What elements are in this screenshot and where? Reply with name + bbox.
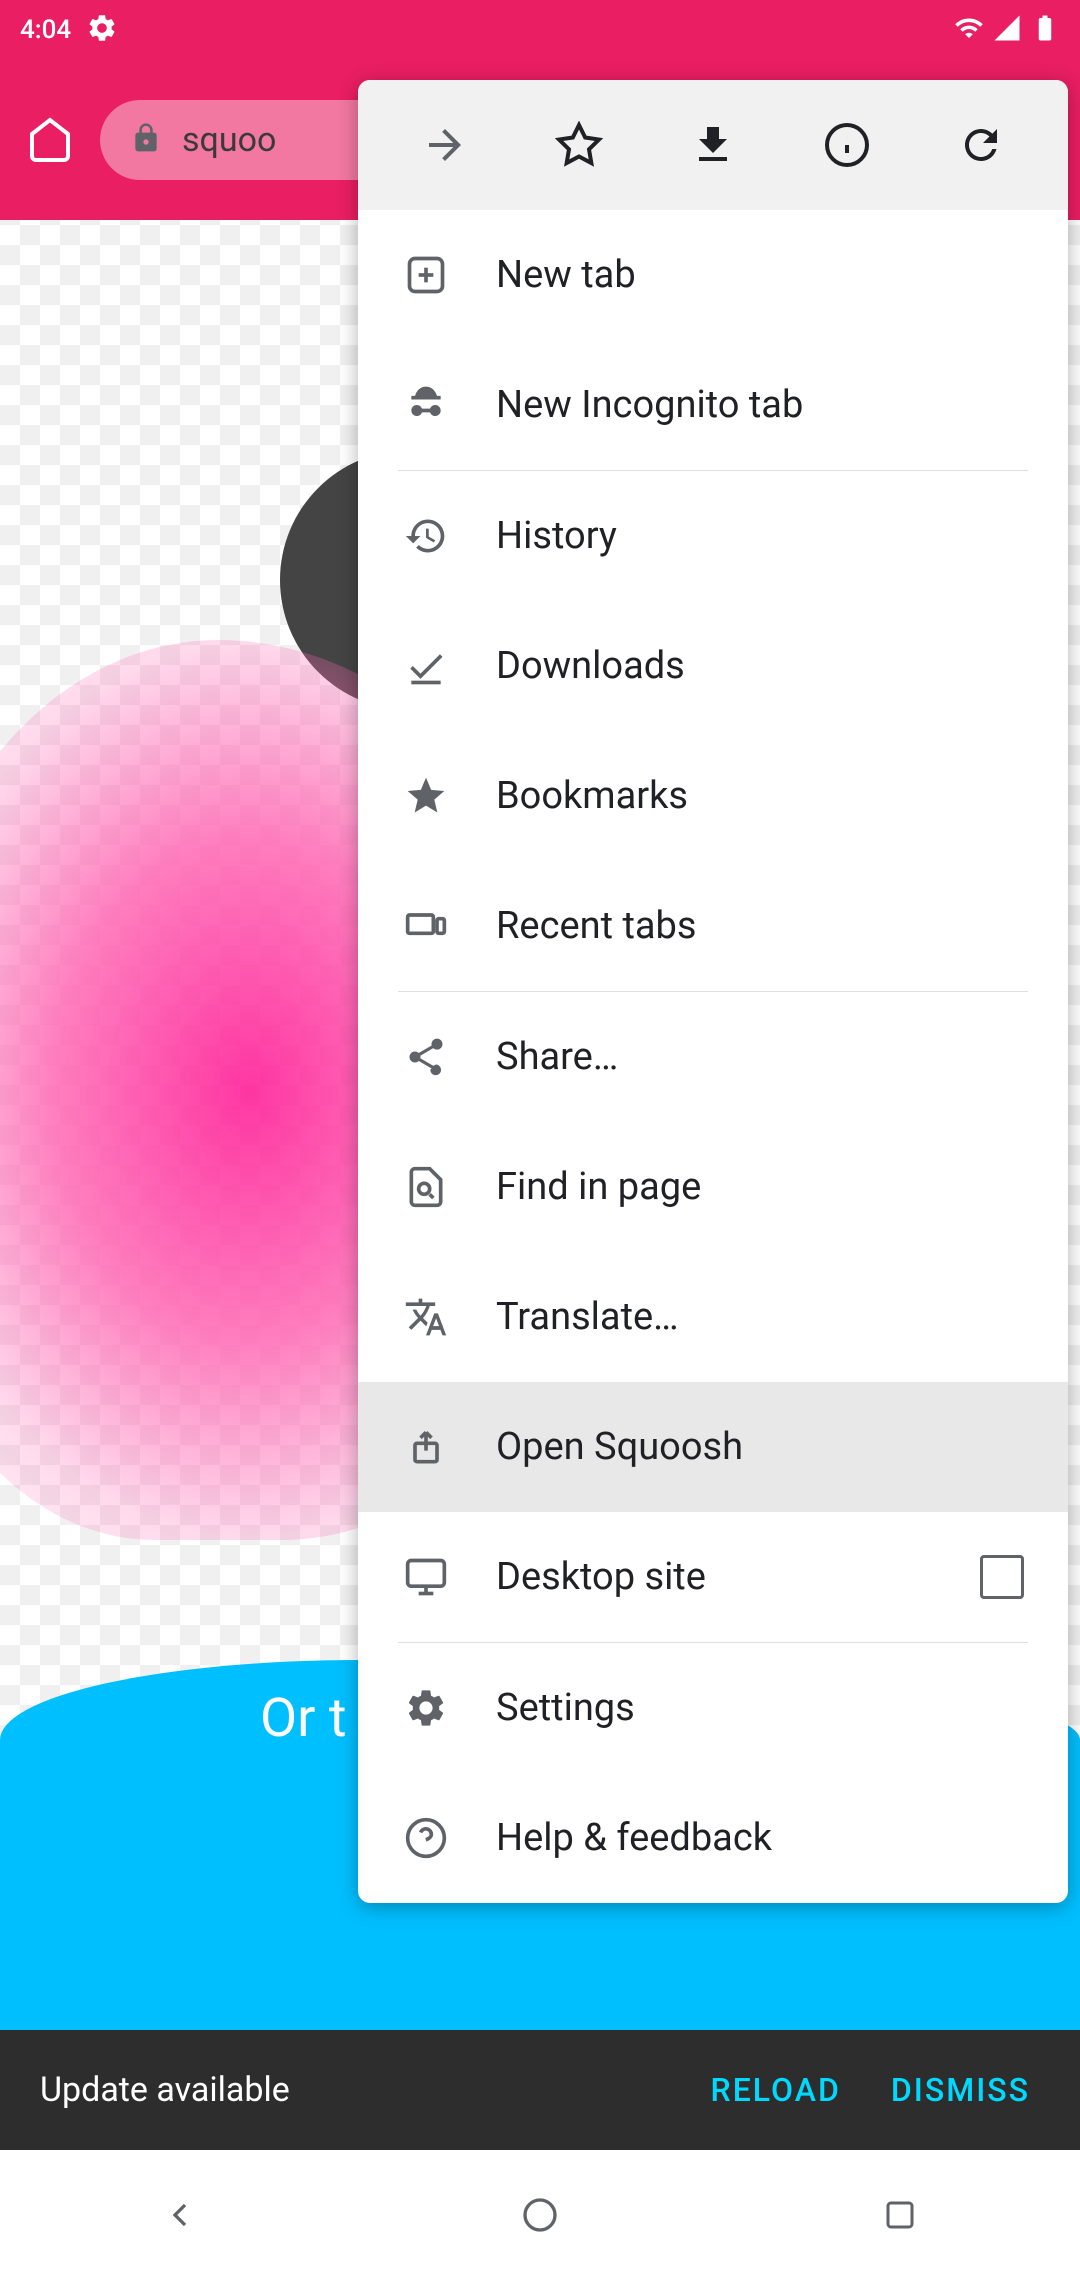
menu-item-label: New tab xyxy=(496,253,1024,297)
menu-item-label: Recent tabs xyxy=(496,904,1024,948)
battery-icon xyxy=(1030,13,1060,47)
menu-find-in-page[interactable]: Find in page xyxy=(358,1122,1068,1252)
translate-icon xyxy=(402,1293,450,1341)
snackbar: Update available RELOAD DISMISS xyxy=(0,2030,1080,2150)
lock-icon xyxy=(130,122,162,158)
menu-item-label: Help & feedback xyxy=(496,1816,1024,1860)
menu-help-feedback[interactable]: Help & feedback xyxy=(358,1773,1068,1903)
menu-item-label: New Incognito tab xyxy=(496,383,1024,427)
nav-back-button[interactable] xyxy=(150,2185,210,2245)
recent-tabs-icon xyxy=(402,902,450,950)
menu-item-label: Bookmarks xyxy=(496,774,1024,818)
url-text: squoo xyxy=(182,120,276,160)
menu-item-label: Open Squoosh xyxy=(496,1425,1024,1469)
info-button[interactable] xyxy=(812,110,882,180)
home-button[interactable] xyxy=(20,110,80,170)
nav-home-button[interactable] xyxy=(510,2185,570,2245)
snackbar-dismiss-button[interactable]: DISMISS xyxy=(881,2051,1040,2129)
browser-menu: New tab New Incognito tab History Downlo… xyxy=(358,80,1068,1903)
menu-item-label: Find in page xyxy=(496,1165,1024,1209)
menu-incognito-tab[interactable]: New Incognito tab xyxy=(358,340,1068,470)
status-time: 4:04 xyxy=(20,15,71,45)
new-tab-icon xyxy=(402,251,450,299)
bookmarks-icon xyxy=(402,772,450,820)
menu-translate[interactable]: Translate… xyxy=(358,1252,1068,1382)
status-left: 4:04 xyxy=(20,12,118,48)
nav-recent-button[interactable] xyxy=(870,2185,930,2245)
or-text: Or t xyxy=(260,1687,347,1750)
snackbar-reload-button[interactable]: RELOAD xyxy=(701,2051,851,2129)
menu-desktop-site[interactable]: Desktop site xyxy=(358,1512,1068,1642)
desktop-site-checkbox[interactable] xyxy=(980,1555,1024,1599)
settings-status-icon xyxy=(86,12,118,48)
bookmark-button[interactable] xyxy=(544,110,614,180)
find-icon xyxy=(402,1163,450,1211)
forward-button[interactable] xyxy=(410,110,480,180)
help-icon xyxy=(402,1814,450,1862)
status-right xyxy=(954,13,1060,47)
menu-recent-tabs[interactable]: Recent tabs xyxy=(358,861,1068,991)
status-bar: 4:04 xyxy=(0,0,1080,60)
history-icon xyxy=(402,512,450,560)
menu-bookmarks[interactable]: Bookmarks xyxy=(358,731,1068,861)
menu-history[interactable]: History xyxy=(358,471,1068,601)
menu-item-label: Translate… xyxy=(496,1295,1024,1339)
desktop-icon xyxy=(402,1553,450,1601)
open-app-icon xyxy=(402,1423,450,1471)
menu-item-label: Desktop site xyxy=(496,1555,934,1599)
menu-open-squoosh[interactable]: Open Squoosh xyxy=(358,1382,1068,1512)
share-icon xyxy=(402,1033,450,1081)
refresh-button[interactable] xyxy=(946,110,1016,180)
navigation-bar xyxy=(0,2150,1080,2280)
signal-icon xyxy=(992,13,1022,47)
menu-item-label: Share… xyxy=(496,1035,1024,1079)
menu-item-label: Downloads xyxy=(496,644,1024,688)
download-button[interactable] xyxy=(678,110,748,180)
menu-share[interactable]: Share… xyxy=(358,992,1068,1122)
menu-new-tab[interactable]: New tab xyxy=(358,210,1068,340)
settings-icon xyxy=(402,1684,450,1732)
menu-settings[interactable]: Settings xyxy=(358,1643,1068,1773)
downloads-icon xyxy=(402,642,450,690)
menu-item-label: History xyxy=(496,514,1024,558)
menu-downloads[interactable]: Downloads xyxy=(358,601,1068,731)
wifi-icon xyxy=(954,13,984,47)
incognito-icon xyxy=(402,381,450,429)
menu-items-list: New tab New Incognito tab History Downlo… xyxy=(358,210,1068,1903)
menu-top-actions xyxy=(358,80,1068,210)
snackbar-text: Update available xyxy=(40,2070,671,2110)
menu-item-label: Settings xyxy=(496,1686,1024,1730)
